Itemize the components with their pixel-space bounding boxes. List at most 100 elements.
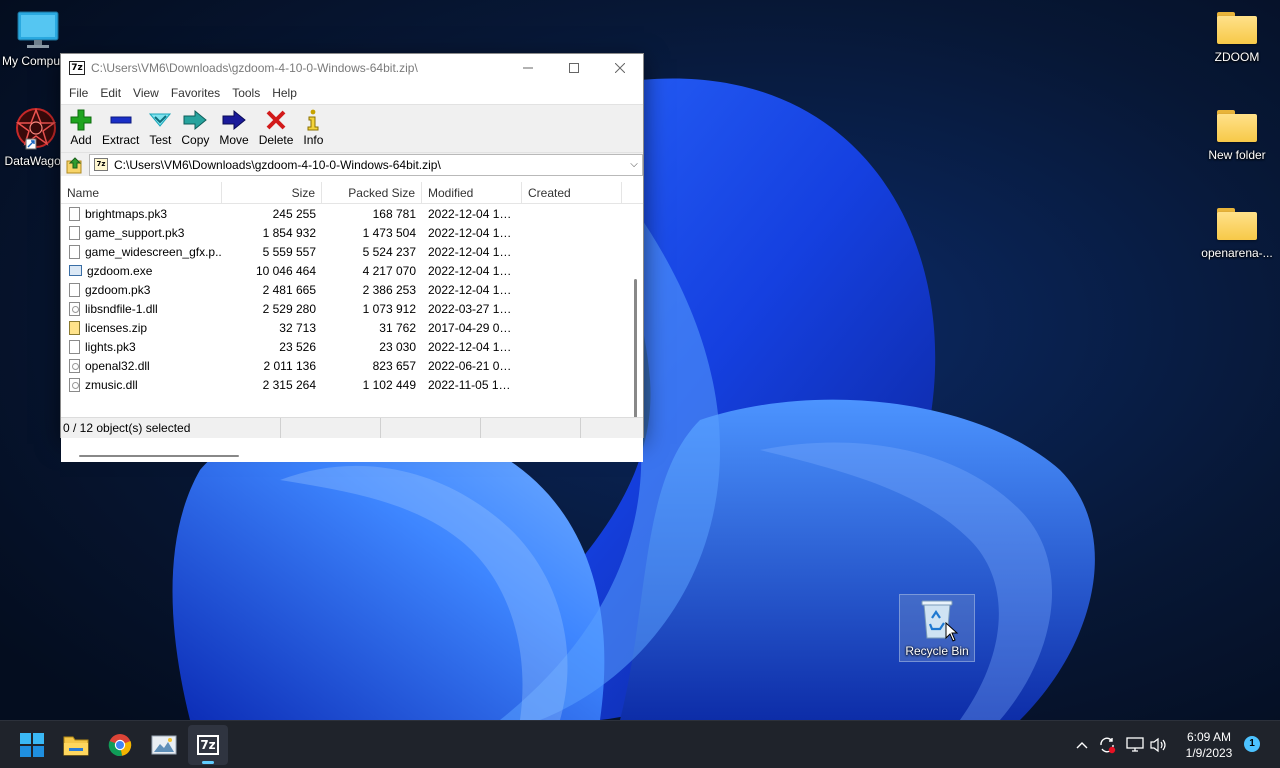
file-name: game_widescreen_gfx.p... [85, 244, 222, 259]
file-row[interactable]: brightmaps.pk3 245 255 168 781 2022-12-04 1… [61, 204, 643, 223]
start-icon [20, 733, 44, 757]
file-name: gzdoom.pk3 [85, 282, 151, 297]
horizontal-scrollbar[interactable] [61, 450, 629, 462]
file-row[interactable]: game_widescreen_gfx.p... 5 559 557 5 524 2… [61, 242, 643, 261]
menu-bar: File Edit View Favorites Tools Help [61, 82, 643, 104]
info-button[interactable]: Info [298, 108, 328, 147]
folder-icon [1215, 10, 1259, 46]
chrome-button[interactable] [100, 725, 140, 765]
test-label: Test [149, 133, 172, 147]
minimize-button[interactable] [505, 54, 551, 82]
file-name: libsndfile-1.dll [85, 301, 158, 316]
volume-button[interactable] [1148, 721, 1170, 768]
column-modified[interactable]: Modified [422, 181, 522, 204]
chevron-down-icon[interactable]: ⌵ [626, 159, 642, 170]
maximize-button[interactable] [551, 54, 597, 82]
mouse-cursor-icon [945, 622, 959, 642]
file-rows: brightmaps.pk3 245 255 168 781 2022-12-04 1… [61, 204, 643, 394]
desktop-icon-new-folder[interactable]: New folder [1199, 108, 1275, 162]
show-hidden-icons-button[interactable] [1072, 721, 1092, 768]
menu-favorites[interactable]: Favorites [165, 86, 226, 100]
desktop-icon-label: ZDOOM [1214, 50, 1260, 64]
move-icon [222, 109, 246, 131]
path-combobox[interactable]: 7z C:\Users\VM6\Downloads\gzdoom-4-10-0-… [89, 153, 643, 176]
file-packed-size: 1 073 912 [362, 301, 416, 316]
status-packed [381, 418, 481, 438]
desktop-icon-label: openarena-... [1201, 246, 1273, 260]
status-size [281, 418, 381, 438]
photos-button[interactable] [144, 725, 184, 765]
move-label: Move [219, 133, 249, 147]
title-bar[interactable]: 7z C:\Users\VM6\Downloads\gzdoom-4-10-0-… [61, 54, 643, 82]
file-row[interactable]: licenses.zip 32 713 31 762 2017-04-29 09:25 [61, 318, 643, 337]
notification-badge[interactable]: 1 [1244, 736, 1260, 752]
file-row[interactable]: game_support.pk3 1 854 932 1 473 504 2022-1… [61, 223, 643, 242]
column-size[interactable]: Size [222, 181, 322, 204]
file-modified: 2022-11-05 13:42 [428, 377, 522, 392]
vertical-scrollbar[interactable] [629, 204, 643, 452]
dll-file-icon [69, 301, 80, 316]
column-name[interactable]: Name [61, 181, 222, 204]
file-name-cell: gzdoom.exe [61, 264, 222, 278]
file-modified: 2022-12-04 15:35 [428, 244, 522, 259]
file-row[interactable]: gzdoom.pk3 2 481 665 2 386 253 2022-12-04 1… [61, 280, 643, 299]
7zip-taskbar-button[interactable]: 7z [188, 725, 228, 765]
file-name-cell: game_widescreen_gfx.p... [61, 244, 222, 259]
file-explorer-button[interactable] [56, 725, 96, 765]
network-button[interactable] [1124, 721, 1146, 768]
menu-file[interactable]: File [63, 86, 94, 100]
menu-help[interactable]: Help [266, 86, 303, 100]
file-size: 32 713 [279, 320, 316, 335]
test-button[interactable]: Test [144, 108, 176, 147]
file-name-cell: game_support.pk3 [61, 225, 222, 240]
status-bar: 0 / 12 object(s) selected [61, 417, 643, 438]
file-size: 2 529 280 [262, 301, 316, 316]
file-packed-size: 823 657 [372, 358, 416, 373]
status-modified [481, 418, 581, 438]
column-created[interactable]: Created [522, 181, 622, 204]
file-row[interactable]: lights.pk3 23 526 23 030 2022-12-04 15:35 [61, 337, 643, 356]
up-folder-button[interactable] [61, 156, 89, 174]
7zip-app-icon: 7z [69, 61, 85, 75]
taskbar-clock[interactable]: 6:09 AM 1/9/2023 [1176, 729, 1242, 761]
add-button[interactable]: Add [65, 108, 97, 147]
file-modified: 2022-06-21 04:10 [428, 358, 522, 373]
delete-button[interactable]: Delete [254, 108, 299, 147]
folder-icon [1215, 206, 1259, 242]
file-name: openal32.dll [85, 358, 150, 373]
info-label: Info [303, 133, 324, 147]
desktop-icon-zdoom[interactable]: ZDOOM [1199, 10, 1275, 64]
file-modified: 2022-12-04 15:35 [428, 225, 522, 240]
menu-tools[interactable]: Tools [226, 86, 266, 100]
menu-edit[interactable]: Edit [94, 86, 127, 100]
add-icon [70, 109, 92, 131]
desktop-icon-recycle-bin[interactable]: Recycle Bin [899, 594, 975, 662]
file-size: 2 315 264 [262, 377, 316, 392]
move-button[interactable]: Move [214, 108, 253, 147]
scrollbar-thumb[interactable] [79, 455, 239, 457]
scrollbar-thumb[interactable] [634, 279, 637, 429]
close-icon [615, 63, 625, 73]
file-row[interactable]: openal32.dll 2 011 136 823 657 2022-06-21 0… [61, 356, 643, 375]
file-row[interactable]: zmusic.dll 2 315 264 1 102 449 2022-11-05 1… [61, 375, 643, 394]
start-button[interactable] [12, 725, 52, 765]
up-arrow-icon [66, 156, 82, 173]
column-packed-size[interactable]: Packed Size [322, 181, 422, 204]
sync-status-button[interactable] [1096, 721, 1118, 768]
file-row[interactable]: libsndfile-1.dll 2 529 280 1 073 912 2022-0… [61, 299, 643, 318]
menu-view[interactable]: View [127, 86, 165, 100]
file-packed-size: 31 762 [379, 320, 416, 335]
7zip-file-manager-window[interactable]: 7z C:\Users\VM6\Downloads\gzdoom-4-10-0-… [60, 53, 644, 462]
file-size: 5 559 557 [262, 244, 316, 259]
file-row[interactable]: gzdoom.exe 10 046 464 4 217 070 2022-12-04 … [61, 261, 643, 280]
file-name-cell: licenses.zip [61, 320, 222, 335]
close-button[interactable] [597, 54, 643, 82]
folder-icon [1215, 108, 1259, 144]
copy-button[interactable]: Copy [176, 108, 214, 147]
test-icon [149, 113, 172, 127]
address-bar: 7z C:\Users\VM6\Downloads\gzdoom-4-10-0-… [61, 152, 643, 176]
desktop-icon-openarena[interactable]: openarena-... [1199, 206, 1275, 260]
extract-button[interactable]: Extract [97, 108, 144, 147]
chrome-icon [108, 734, 132, 757]
dll-file-icon [69, 377, 80, 392]
